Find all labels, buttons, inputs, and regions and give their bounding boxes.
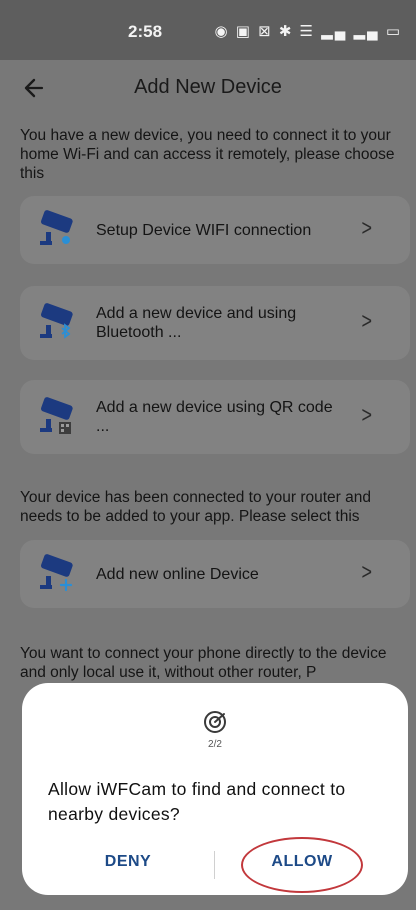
- setup-wifi-label: Setup Device WIFI connection: [96, 222, 312, 239]
- chevron-right-icon: >: [361, 214, 372, 241]
- deny-button[interactable]: DENY: [78, 853, 178, 879]
- chevron-right-icon: >: [361, 307, 372, 334]
- chevron-right-icon: >: [361, 558, 372, 585]
- bluetooth-option[interactable]: Add a new device and using Bluetooth ...…: [20, 286, 410, 360]
- dialog-step-indicator: 2/2: [208, 739, 222, 750]
- page-title: Add New Device: [134, 76, 282, 98]
- bluetooth-label: Add a new device and using Bluetooth ...: [96, 305, 297, 341]
- allow-button-label: ALLOW: [271, 853, 333, 870]
- status-time: 2:58: [128, 22, 163, 41]
- dialog-message: Allow iWFCam to find and connect to near…: [48, 779, 346, 824]
- new-device-description: You have a new device, you need to conne…: [20, 127, 395, 182]
- chevron-right-icon: >: [361, 401, 372, 428]
- app-header: Add New Device: [0, 60, 416, 116]
- status-icons: ◉ ▣ ⊠ ✱ ☰ ▂▄ ▂▄ ▭: [214, 23, 402, 40]
- setup-wifi-option[interactable]: Setup Device WIFI connection >: [20, 196, 410, 264]
- online-device-label: Add new online Device: [96, 566, 259, 583]
- router-description: Your device has been connected to your r…: [20, 489, 372, 525]
- camera-online-icon: [40, 554, 73, 592]
- qr-code-label: Add a new device using QR code ...: [96, 399, 333, 435]
- status-bar: 2:58 ◉ ▣ ⊠ ✱ ☰ ▂▄ ▂▄ ▭: [0, 0, 416, 60]
- camera-bluetooth-icon: [40, 303, 73, 339]
- button-divider: [214, 851, 215, 879]
- qr-code-option[interactable]: Add a new device using QR code ... >: [20, 380, 410, 454]
- online-device-option[interactable]: Add new online Device >: [20, 540, 410, 608]
- direct-connection-description: You want to connect your phone directly …: [20, 645, 387, 681]
- phone-screen: 2:58 ◉ ▣ ⊠ ✱ ☰ ▂▄ ▂▄ ▭ Add New Device Yo…: [0, 0, 416, 910]
- camera-qr-icon: [40, 397, 73, 434]
- allow-button[interactable]: ALLOW: [241, 837, 363, 893]
- camera-wifi-icon: [40, 210, 73, 245]
- nearby-devices-icon: [204, 711, 226, 733]
- permission-dialog: 2/2 Allow iWFCam to find and connect to …: [22, 683, 408, 895]
